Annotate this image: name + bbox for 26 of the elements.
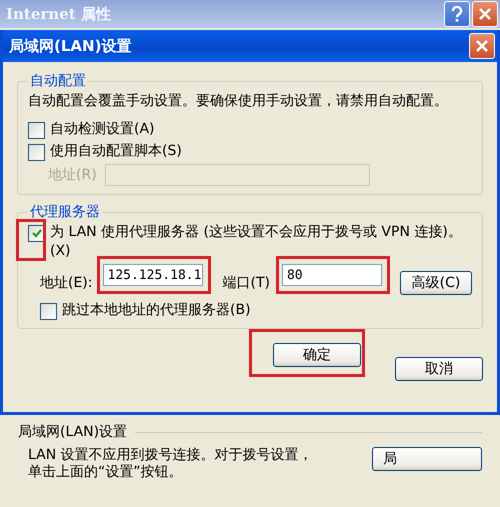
lan-settings-button[interactable]: 局 (372, 447, 482, 471)
ok-button[interactable]: 确定 (273, 343, 361, 367)
window-title: Internet 属性 (6, 4, 111, 24)
port-label: 端口(T) (222, 274, 270, 292)
address-label: 地址(E): (40, 274, 92, 292)
dialog-title: 局域网(LAN)设置 (9, 36, 132, 56)
lan-note: LAN 设置不应用到拨号连接。对于拨号设置，单击上面的“设置”按钮。 (28, 447, 314, 481)
proxy-address-field[interactable]: 125.125.18.1 (102, 264, 202, 286)
checkbox[interactable] (28, 144, 45, 161)
auto-config-note: 自动配置会覆盖手动设置。要确保使用手动设置，请禁用自动配置。 (28, 92, 449, 110)
address-label: 地址(R) (48, 166, 97, 184)
advanced-button[interactable]: 高级(C) (400, 271, 472, 295)
checkbox-label: 自动检测设置(A) (50, 120, 155, 139)
help-icon[interactable] (444, 1, 470, 27)
port-field[interactable]: 80 (282, 264, 382, 286)
checkbox[interactable] (40, 303, 57, 320)
checkbox-label: 跳过本地地址的代理服务器(B) (62, 301, 251, 320)
checkbox-label: 为 LAN 使用代理服务器 (这些设置不会应用于拨号或 VPN 连接)。(X) (50, 223, 463, 261)
group-title: 自动配置 (29, 72, 87, 90)
group-title: 局域网(LAN)设置 (18, 423, 128, 441)
checkbox[interactable] (28, 122, 45, 139)
cancel-button[interactable]: 取消 (395, 357, 483, 381)
checkbox-label: 使用自动配置脚本(S) (50, 142, 182, 161)
close-icon[interactable] (472, 1, 498, 27)
group-title: 代理服务器 (29, 203, 101, 221)
close-icon[interactable] (469, 33, 495, 59)
